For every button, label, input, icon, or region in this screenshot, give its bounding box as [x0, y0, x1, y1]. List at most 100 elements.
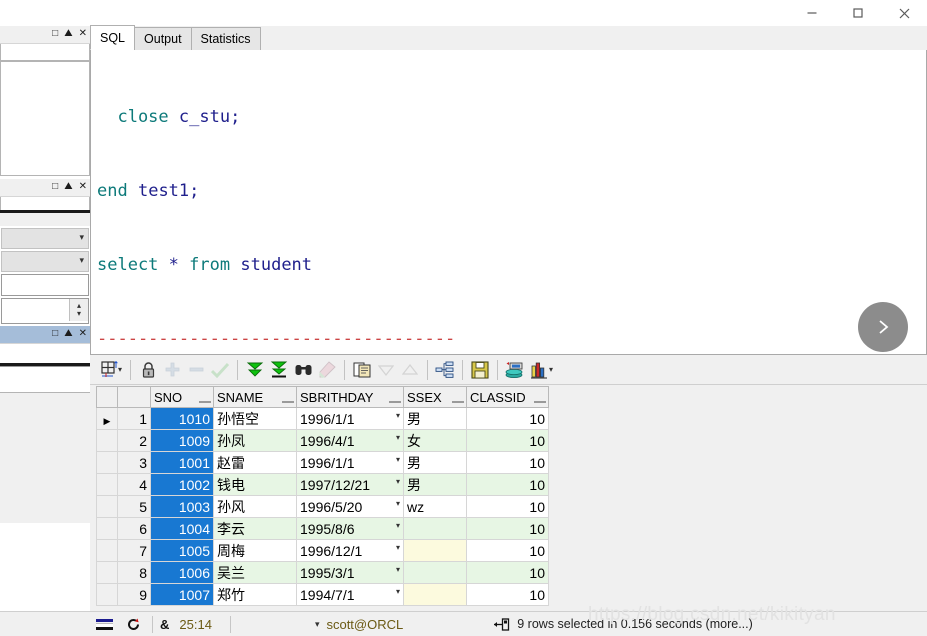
- cell-sbrithday[interactable]: 1995/8/6 ▾: [296, 517, 404, 540]
- close-button[interactable]: [881, 0, 927, 26]
- cell-sbrithday[interactable]: 1996/4/1 ▾: [296, 429, 404, 452]
- cell-sno[interactable]: 1002: [150, 473, 214, 496]
- cell-sno[interactable]: 1003: [150, 495, 214, 518]
- cell-ssex[interactable]: wz: [403, 495, 467, 518]
- cell-sbrithday[interactable]: 1997/12/21 ▾: [296, 473, 404, 496]
- tab-statistics[interactable]: Statistics: [190, 27, 261, 50]
- filter-input[interactable]: [1, 274, 89, 296]
- date-dropdown-icon[interactable]: ▾: [396, 477, 400, 486]
- table-row[interactable]: 2 1009 孙凤 1996/4/1 ▾ 女 10: [96, 429, 549, 452]
- cell-ssex[interactable]: [403, 561, 467, 584]
- date-dropdown-icon[interactable]: ▾: [396, 521, 400, 530]
- cell-sbrithday[interactable]: 1996/12/1 ▾: [296, 539, 404, 562]
- cell-classid[interactable]: 10: [466, 429, 549, 452]
- column-header-classid[interactable]: CLASSID: [466, 386, 549, 408]
- cell-classid[interactable]: 10: [466, 407, 549, 430]
- connection-label[interactable]: scott@ORCL: [326, 617, 403, 632]
- cell-sno[interactable]: 1007: [150, 583, 214, 606]
- panel-header-objects[interactable]: □ ⛰ ✕: [0, 179, 90, 197]
- cell-classid[interactable]: 10: [466, 561, 549, 584]
- cell-sno[interactable]: 1010: [150, 407, 214, 430]
- table-row[interactable]: 6 1004 李云 1995/8/6 ▾ 10: [96, 517, 549, 540]
- cell-sname[interactable]: 吴兰: [213, 561, 297, 584]
- cell-ssex[interactable]: 男: [403, 473, 467, 496]
- cell-sno[interactable]: 1001: [150, 451, 214, 474]
- cell-sname[interactable]: 赵雷: [213, 451, 297, 474]
- row-number[interactable]: 7: [117, 539, 151, 562]
- panel-restore-icon[interactable]: □: [52, 27, 58, 41]
- date-dropdown-icon[interactable]: ▾: [396, 455, 400, 464]
- cell-sno[interactable]: 1005: [150, 539, 214, 562]
- cell-sname[interactable]: 孙风: [213, 495, 297, 518]
- tab-sql[interactable]: SQL: [90, 25, 136, 50]
- row-indicator[interactable]: [96, 451, 118, 474]
- cell-sbrithday[interactable]: 1996/1/1 ▾: [296, 407, 404, 430]
- column-resize-grip[interactable]: [534, 399, 546, 403]
- column-header-sbrithday[interactable]: SBRITHDAY: [296, 386, 404, 408]
- cell-classid[interactable]: 10: [466, 539, 549, 562]
- column-header-sno[interactable]: SNO: [150, 386, 214, 408]
- panel-restore-icon[interactable]: □: [52, 180, 58, 194]
- row-number[interactable]: 8: [117, 561, 151, 584]
- table-row[interactable]: 7 1005 周梅 1996/12/1 ▾ 10: [96, 539, 549, 562]
- cell-sbrithday[interactable]: 1996/1/1 ▾: [296, 451, 404, 474]
- row-indicator[interactable]: [96, 473, 118, 496]
- browser-panel-body[interactable]: [0, 61, 90, 176]
- date-dropdown-icon[interactable]: ▾: [396, 543, 400, 552]
- date-dropdown-icon[interactable]: ▾: [396, 587, 400, 596]
- cell-sname[interactable]: 孙凤: [213, 429, 297, 452]
- date-dropdown-icon[interactable]: ▾: [396, 411, 400, 420]
- panel-header-properties[interactable]: □ ⛰ ✕: [0, 326, 90, 344]
- cell-sname[interactable]: 孙悟空: [213, 407, 297, 430]
- maximize-button[interactable]: [835, 0, 881, 26]
- cell-ssex[interactable]: [403, 517, 467, 540]
- result-grid[interactable]: SNO SNAME SBRITHDAY SSEX CLASSID ▶ 1 101…: [96, 386, 592, 606]
- row-indicator[interactable]: [96, 495, 118, 518]
- cell-sbrithday[interactable]: 1995/3/1 ▾: [296, 561, 404, 584]
- panel-header-browser[interactable]: □ ⛰ ✕: [0, 26, 90, 44]
- row-number[interactable]: 1: [117, 407, 151, 430]
- column-resize-grip[interactable]: [389, 399, 401, 403]
- row-indicator[interactable]: [96, 539, 118, 562]
- panel-pin-icon[interactable]: ⛰: [64, 180, 72, 194]
- fetch-next-page-button[interactable]: [243, 358, 267, 382]
- stepper-arrows-icon[interactable]: ▴ ▾: [69, 299, 88, 321]
- export-save-button[interactable]: [468, 358, 492, 382]
- column-header-ssex[interactable]: SSEX: [403, 386, 467, 408]
- column-resize-grip[interactable]: [282, 399, 294, 403]
- cell-sbrithday[interactable]: 1996/5/20 ▾: [296, 495, 404, 518]
- grid-layout-button[interactable]: [96, 358, 120, 382]
- cell-ssex[interactable]: [403, 583, 467, 606]
- properties-panel-body[interactable]: [0, 344, 90, 363]
- row-number[interactable]: 5: [117, 495, 151, 518]
- row-indicator[interactable]: [96, 517, 118, 540]
- properties-panel-lower[interactable]: [0, 367, 90, 393]
- connection-dropdown-icon[interactable]: ▾: [315, 619, 320, 630]
- row-number[interactable]: 3: [117, 451, 151, 474]
- panel-pin-icon[interactable]: ⛰: [64, 27, 72, 41]
- table-row[interactable]: 8 1006 吴兰 1995/3/1 ▾ 10: [96, 561, 549, 584]
- view-structure-button[interactable]: [433, 358, 457, 382]
- cell-ssex[interactable]: [403, 539, 467, 562]
- cell-ssex[interactable]: 女: [403, 429, 467, 452]
- cell-sname[interactable]: 李云: [213, 517, 297, 540]
- date-dropdown-icon[interactable]: ▾: [396, 433, 400, 442]
- cell-classid[interactable]: 10: [466, 495, 549, 518]
- cell-sname[interactable]: 郑竹: [213, 583, 297, 606]
- chevron-down-icon[interactable]: ▾: [118, 365, 122, 374]
- row-indicator[interactable]: [96, 561, 118, 584]
- panel-pin-icon[interactable]: ⛰: [64, 327, 72, 341]
- table-row[interactable]: ▶ 1 1010 孙悟空 1996/1/1 ▾ 男 10: [96, 407, 549, 430]
- panel-close-icon[interactable]: ✕: [79, 180, 87, 194]
- object-type-select[interactable]: ▾: [1, 251, 89, 272]
- lock-record-button[interactable]: [136, 358, 160, 382]
- table-row[interactable]: 4 1002 钱电 1997/12/21 ▾ 男 10: [96, 473, 549, 496]
- table-row[interactable]: 3 1001 赵雷 1996/1/1 ▾ 男 10: [96, 451, 549, 474]
- copy-to-clipboard-button[interactable]: [350, 358, 374, 382]
- cell-ssex[interactable]: 男: [403, 451, 467, 474]
- row-number[interactable]: 4: [117, 473, 151, 496]
- panel-restore-icon[interactable]: □: [52, 327, 58, 341]
- cell-classid[interactable]: 10: [466, 583, 549, 606]
- cell-classid[interactable]: 10: [466, 451, 549, 474]
- refresh-icon[interactable]: [121, 612, 145, 636]
